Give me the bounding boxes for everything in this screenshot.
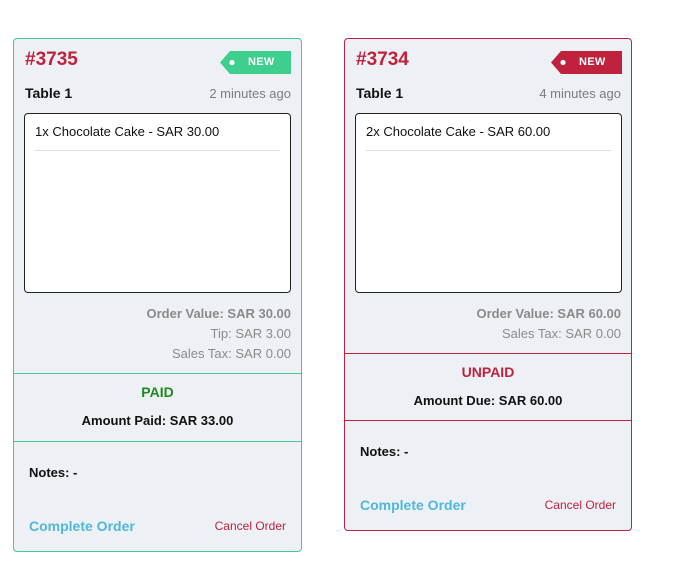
order-value: Order Value: SAR 30.00	[146, 306, 291, 321]
tip-amount: Tip: SAR 3.00	[210, 326, 291, 341]
order-notes: Notes: -	[29, 465, 78, 480]
amount-paid: Amount Paid: SAR 33.00	[81, 413, 234, 428]
order-number: #3735	[25, 49, 78, 70]
complete-order-button[interactable]: Complete Order	[360, 497, 466, 513]
complete-order-button[interactable]: Complete Order	[29, 518, 135, 534]
table-name: Table 1	[356, 85, 404, 101]
payment-status: UNPAID	[461, 364, 515, 380]
order-item: 2x Chocolate Cake - SAR 60.00	[366, 124, 611, 151]
badge-label: NEW	[579, 56, 606, 68]
divider	[14, 373, 301, 374]
order-time: 2 minutes ago	[209, 86, 291, 101]
cancel-order-button[interactable]: Cancel Order	[545, 498, 616, 512]
new-badge: NEW	[551, 51, 622, 74]
order-card: #3734 NEW Table 1 4 minutes ago 2x Choco…	[344, 38, 632, 531]
payment-status: PAID	[141, 384, 174, 400]
sales-tax: Sales Tax: SAR 0.00	[502, 326, 621, 341]
order-items-box: 2x Chocolate Cake - SAR 60.00	[355, 113, 622, 293]
order-notes: Notes: -	[360, 444, 409, 459]
badge-label: NEW	[248, 56, 275, 68]
divider	[345, 353, 631, 354]
divider	[14, 441, 301, 442]
order-card: #3735 NEW Table 1 2 minutes ago 1x Choco…	[13, 38, 302, 552]
order-value: Order Value: SAR 60.00	[476, 306, 621, 321]
order-item: 1x Chocolate Cake - SAR 30.00	[35, 124, 280, 151]
sales-tax: Sales Tax: SAR 0.00	[172, 346, 291, 361]
table-name: Table 1	[25, 85, 73, 101]
new-badge: NEW	[220, 51, 291, 74]
order-number: #3734	[356, 49, 409, 70]
divider	[345, 420, 631, 421]
order-items-box: 1x Chocolate Cake - SAR 30.00	[24, 113, 291, 293]
order-time: 4 minutes ago	[539, 86, 621, 101]
cancel-order-button[interactable]: Cancel Order	[215, 519, 286, 533]
amount-due: Amount Due: SAR 60.00	[413, 393, 563, 408]
